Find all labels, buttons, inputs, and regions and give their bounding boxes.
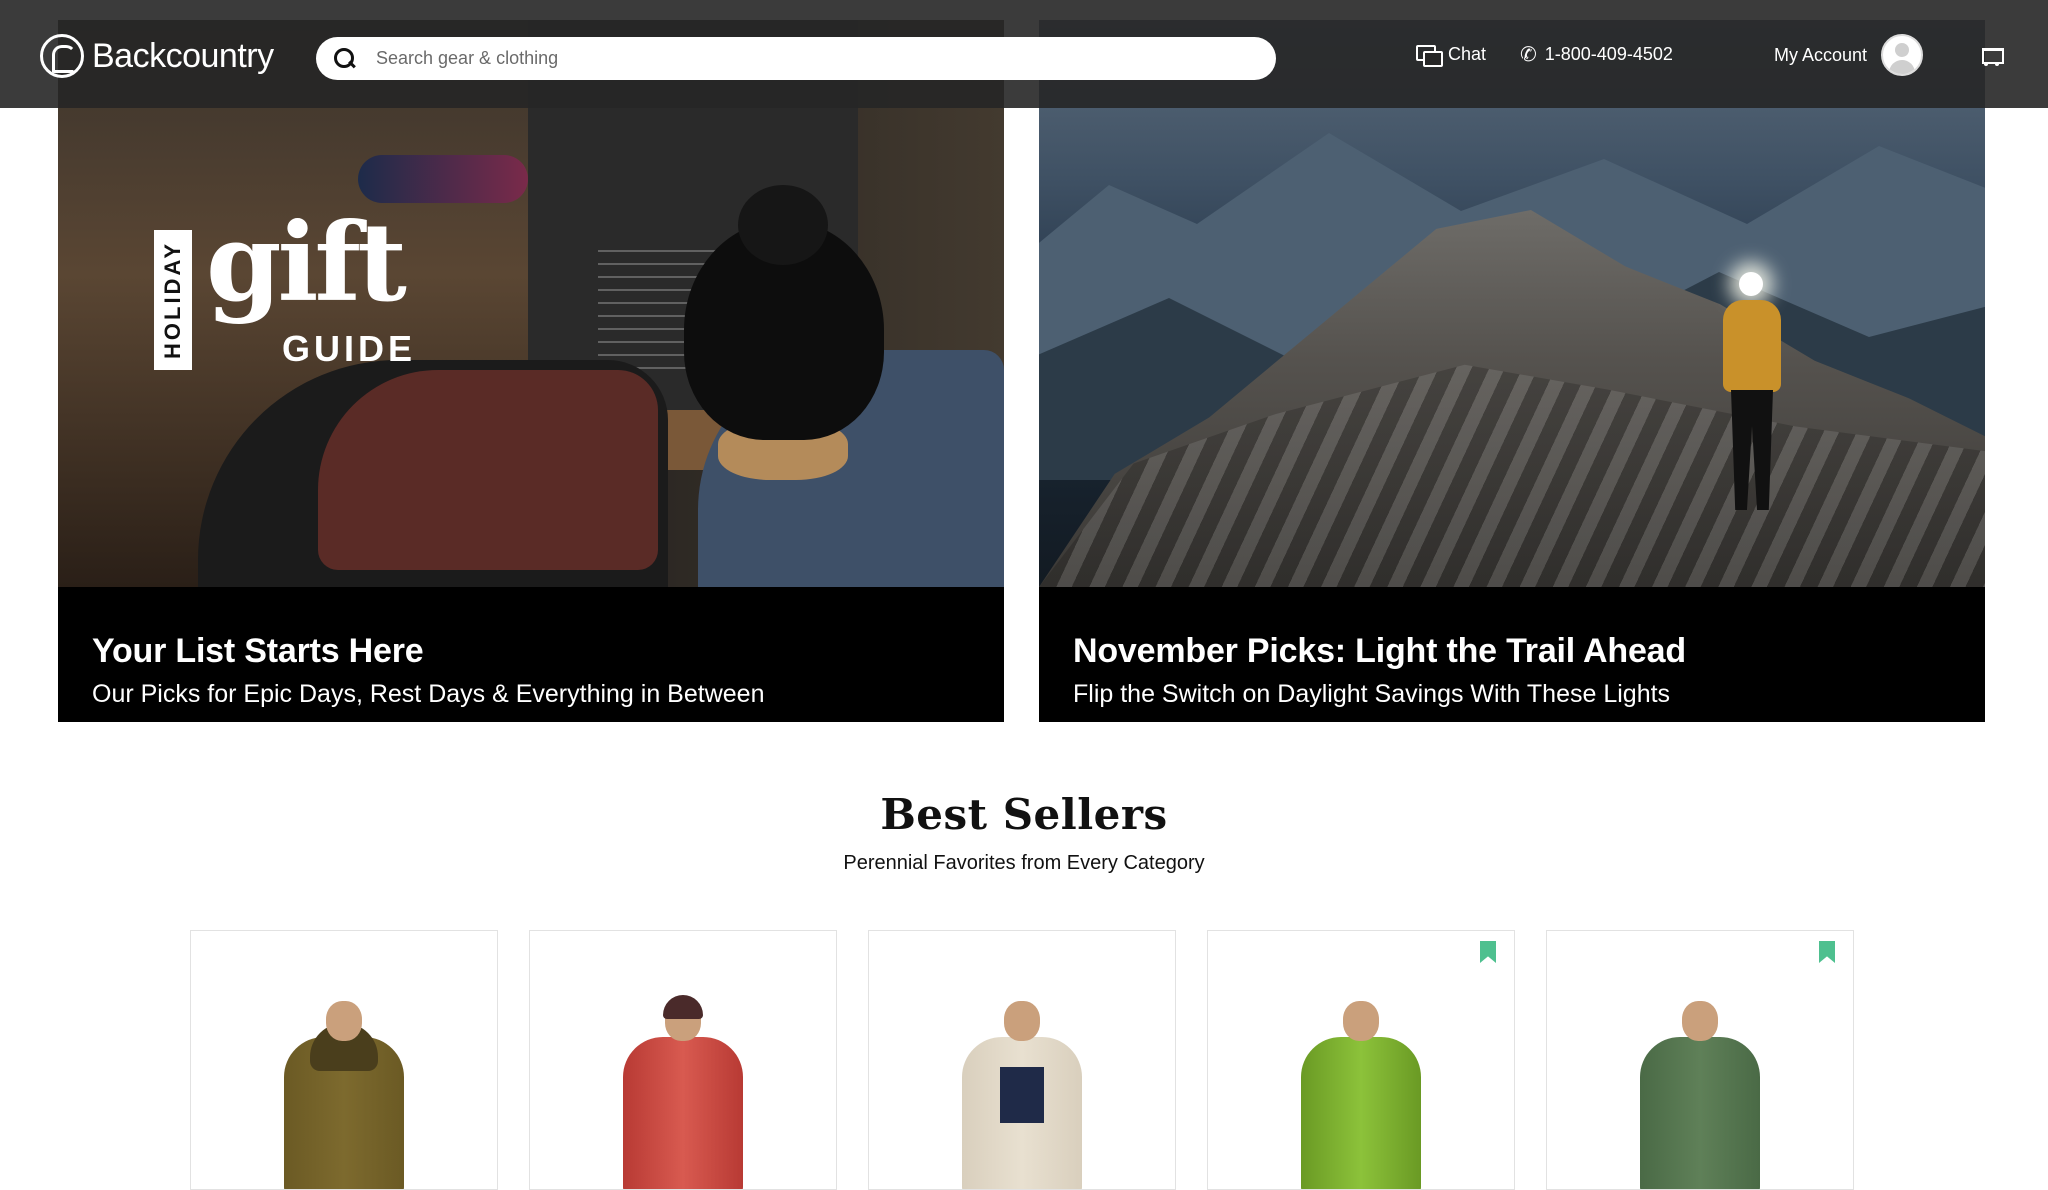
cart-icon[interactable] [1978,46,2004,68]
best-sellers-subtitle: Perennial Favorites from Every Category [843,852,1205,874]
product-image[interactable] [1630,1001,1770,1189]
my-account-link[interactable]: My Account [1774,34,1924,76]
hero-card-gift-guide[interactable]: HOLIDAY gift GUIDE Your List Starts Here… [58,20,1004,722]
logo-guide-text: GUIDE [282,328,417,369]
hero-title[interactable]: November Picks: Light the Trail Ahead [1073,631,1985,671]
hero-subtitle: Flip the Switch on Daylight Savings With… [1073,680,1671,708]
phone-number: 1-800-409-4502 [1544,44,1673,64]
product-image[interactable] [952,1001,1092,1189]
hero-caption: Your List Starts Here Our Picks for Epic… [58,587,1004,722]
search-icon[interactable] [334,47,356,70]
product-image[interactable] [274,1001,414,1189]
backcountry-goat-icon [40,34,84,78]
product-card[interactable] [529,930,837,1190]
search-input[interactable] [376,48,1236,69]
hero-subtitle: Our Picks for Epic Days, Rest Days & Eve… [92,680,765,708]
logo-holiday-text: HOLIDAY [160,241,186,359]
best-sellers-carousel [190,930,1854,1190]
backcountry-logo[interactable]: Backcountry [40,34,274,78]
product-image[interactable] [1291,1001,1431,1189]
hero-card-november-picks[interactable]: November Picks: Light the Trail Ahead Fl… [1039,20,1985,722]
best-sellers-title: Best Sellers [880,790,1168,839]
my-account-label: My Account [1774,44,1868,65]
chat-link[interactable]: Chat [1416,44,1487,67]
bookmark-icon[interactable] [1480,941,1496,963]
product-card[interactable] [1546,930,1854,1190]
chat-bubbles-icon [1416,44,1443,67]
hero-caption: November Picks: Light the Trail Ahead Fl… [1039,587,1985,722]
phone-icon: ✆ [1520,43,1537,66]
bookmark-icon[interactable] [1819,941,1835,963]
hiker-graphic [1717,272,1787,522]
logo-text: Backcountry [92,36,274,75]
product-image[interactable] [613,995,753,1189]
headlamp-glow [1739,272,1763,296]
product-card[interactable] [1207,930,1515,1190]
logo-gift-text: gift [206,200,407,326]
chat-label: Chat [1448,44,1487,64]
search-bar[interactable] [316,37,1276,80]
site-header: Backcountry Chat ✆ 1-800-409-4502 My Acc… [0,0,2048,108]
goggles-graphic [358,155,528,203]
hero-title[interactable]: Your List Starts Here [92,631,1004,671]
avatar-icon[interactable] [1881,34,1924,76]
product-card[interactable] [190,930,498,1190]
product-card[interactable] [868,930,1176,1190]
phone-link[interactable]: ✆ 1-800-409-4502 [1520,44,1673,65]
